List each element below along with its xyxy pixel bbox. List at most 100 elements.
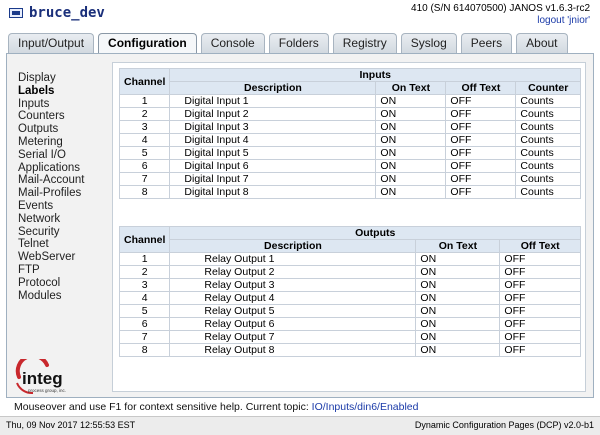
output-on-text-cell[interactable]: ON: [415, 304, 501, 318]
input-description-cell[interactable]: Digital Input 3: [169, 120, 377, 134]
input-counter-cell[interactable]: Counts: [515, 172, 581, 186]
output-row: 5 Relay Output 5 ON OFF: [118, 304, 581, 318]
logout-link[interactable]: logout 'jnior': [537, 15, 590, 26]
outputs-on-text-header: On Text: [415, 239, 501, 253]
output-description-cell[interactable]: Relay Output 7: [169, 330, 417, 344]
output-on-text-cell[interactable]: ON: [415, 265, 501, 279]
input-off-text-cell[interactable]: OFF: [445, 185, 517, 199]
input-description-cell[interactable]: Digital Input 6: [169, 159, 377, 173]
outputs-off-text-header: Off Text: [499, 239, 581, 253]
output-description-cell[interactable]: Relay Output 2: [169, 265, 417, 279]
input-on-text-cell[interactable]: ON: [375, 120, 447, 134]
inputs-counter-header: Counter: [515, 81, 581, 95]
input-channel-cell: 5: [118, 146, 171, 160]
input-off-text-cell[interactable]: OFF: [445, 94, 517, 108]
sidebar-item-webserver[interactable]: WebServer: [18, 251, 104, 264]
sidebar-item-mail-account[interactable]: Mail-Account: [18, 174, 104, 187]
input-row: 1 Digital Input 1 ON OFF Counts: [118, 94, 581, 108]
output-on-text-cell[interactable]: ON: [415, 252, 501, 266]
output-description-cell[interactable]: Relay Output 3: [169, 278, 417, 292]
sidebar-item-serial-io[interactable]: Serial I/O: [18, 149, 104, 162]
output-on-text-cell[interactable]: ON: [415, 291, 501, 305]
input-off-text-cell[interactable]: OFF: [445, 133, 517, 147]
sidebar-item-outputs[interactable]: Outputs: [18, 123, 104, 136]
sidebar-item-inputs[interactable]: Inputs: [18, 98, 104, 111]
output-off-text-cell[interactable]: OFF: [499, 343, 581, 357]
sidebar-item-ftp[interactable]: FTP: [18, 264, 104, 277]
input-on-text-cell[interactable]: ON: [375, 146, 447, 160]
input-description-cell[interactable]: Digital Input 5: [169, 146, 377, 160]
tab-input-output[interactable]: Input/Output: [8, 33, 95, 53]
sidebar-item-events[interactable]: Events: [18, 200, 104, 213]
tab-configuration[interactable]: Configuration: [98, 33, 197, 54]
input-counter-cell[interactable]: Counts: [515, 159, 581, 173]
sidebar-item-labels[interactable]: Labels: [18, 85, 104, 98]
output-description-cell[interactable]: Relay Output 4: [169, 291, 417, 305]
output-off-text-cell[interactable]: OFF: [499, 291, 581, 305]
tab-peers[interactable]: Peers: [460, 33, 513, 53]
input-on-text-cell[interactable]: ON: [375, 107, 447, 121]
input-on-text-cell[interactable]: ON: [375, 172, 447, 186]
output-on-text-cell[interactable]: ON: [415, 343, 501, 357]
input-on-text-cell[interactable]: ON: [375, 133, 447, 147]
input-off-text-cell[interactable]: OFF: [445, 159, 517, 173]
output-description-cell[interactable]: Relay Output 8: [169, 343, 417, 357]
input-description-cell[interactable]: Digital Input 1: [169, 94, 377, 108]
input-channel-cell: 7: [118, 172, 171, 186]
sidebar-item-network[interactable]: Network: [18, 213, 104, 226]
output-channel-cell: 3: [118, 278, 171, 292]
sidebar-item-protocol[interactable]: Protocol: [18, 277, 104, 290]
input-counter-cell[interactable]: Counts: [515, 185, 581, 199]
input-on-text-cell[interactable]: ON: [375, 185, 447, 199]
output-description-cell[interactable]: Relay Output 1: [169, 252, 417, 266]
system-info-block: 410 (S/N 614070500) JANOS v1.6.3-rc2 log…: [411, 3, 590, 27]
output-row: 2 Relay Output 2 ON OFF: [118, 265, 581, 279]
tab-folders[interactable]: Folders: [268, 33, 329, 53]
output-off-text-cell[interactable]: OFF: [499, 252, 581, 266]
sidebar-item-modules[interactable]: Modules: [18, 290, 104, 303]
output-off-text-cell[interactable]: OFF: [499, 265, 581, 279]
input-off-text-cell[interactable]: OFF: [445, 146, 517, 160]
tab-syslog[interactable]: Syslog: [400, 33, 457, 53]
input-counter-cell[interactable]: Counts: [515, 120, 581, 134]
sidebar-item-mail-profiles[interactable]: Mail-Profiles: [18, 187, 104, 200]
output-on-text-cell[interactable]: ON: [415, 330, 501, 344]
input-off-text-cell[interactable]: OFF: [445, 172, 517, 186]
sidebar-item-counters[interactable]: Counters: [18, 110, 104, 123]
output-on-text-cell[interactable]: ON: [415, 278, 501, 292]
sidebar-item-applications[interactable]: Applications: [18, 162, 104, 175]
input-row: 8 Digital Input 8 ON OFF Counts: [118, 185, 581, 199]
sidebar-item-metering[interactable]: Metering: [18, 136, 104, 149]
input-description-cell[interactable]: Digital Input 8: [169, 185, 377, 199]
output-off-text-cell[interactable]: OFF: [499, 278, 581, 292]
input-counter-cell[interactable]: Counts: [515, 133, 581, 147]
help-topic-link[interactable]: IO/Inputs/din6/Enabled: [312, 401, 419, 413]
tab-about[interactable]: About: [516, 33, 568, 53]
input-description-cell[interactable]: Digital Input 7: [169, 172, 377, 186]
input-description-cell[interactable]: Digital Input 2: [169, 107, 377, 121]
input-on-text-cell[interactable]: ON: [375, 159, 447, 173]
input-counter-cell[interactable]: Counts: [515, 94, 581, 108]
hostname-block: bruce_dev: [9, 5, 105, 21]
output-description-cell[interactable]: Relay Output 5: [169, 304, 417, 318]
input-channel-cell: 6: [118, 159, 171, 173]
output-description-cell[interactable]: Relay Output 6: [169, 317, 417, 331]
sidebar-item-security[interactable]: Security: [18, 226, 104, 239]
sidebar-item-display[interactable]: Display: [18, 72, 104, 85]
output-off-text-cell[interactable]: OFF: [499, 304, 581, 318]
system-info: 410 (S/N 614070500) JANOS v1.6.3-rc2: [411, 3, 590, 14]
input-off-text-cell[interactable]: OFF: [445, 107, 517, 121]
input-off-text-cell[interactable]: OFF: [445, 120, 517, 134]
outputs-table-body: 1 Relay Output 1 ON OFF 2 Relay Output 2 ON OFF…: [118, 252, 581, 357]
input-counter-cell[interactable]: Counts: [515, 107, 581, 121]
output-on-text-cell[interactable]: ON: [415, 317, 501, 331]
tab-registry[interactable]: Registry: [332, 33, 397, 53]
output-off-text-cell[interactable]: OFF: [499, 317, 581, 331]
input-on-text-cell[interactable]: ON: [375, 94, 447, 108]
input-counter-cell[interactable]: Counts: [515, 146, 581, 160]
tab-console[interactable]: Console: [200, 33, 265, 53]
sidebar-item-telnet[interactable]: Telnet: [18, 238, 104, 251]
inputs-table-body: 1 Digital Input 1 ON OFF Counts 2 Digital Inpu…: [118, 94, 581, 199]
input-description-cell[interactable]: Digital Input 4: [169, 133, 377, 147]
output-off-text-cell[interactable]: OFF: [499, 330, 581, 344]
